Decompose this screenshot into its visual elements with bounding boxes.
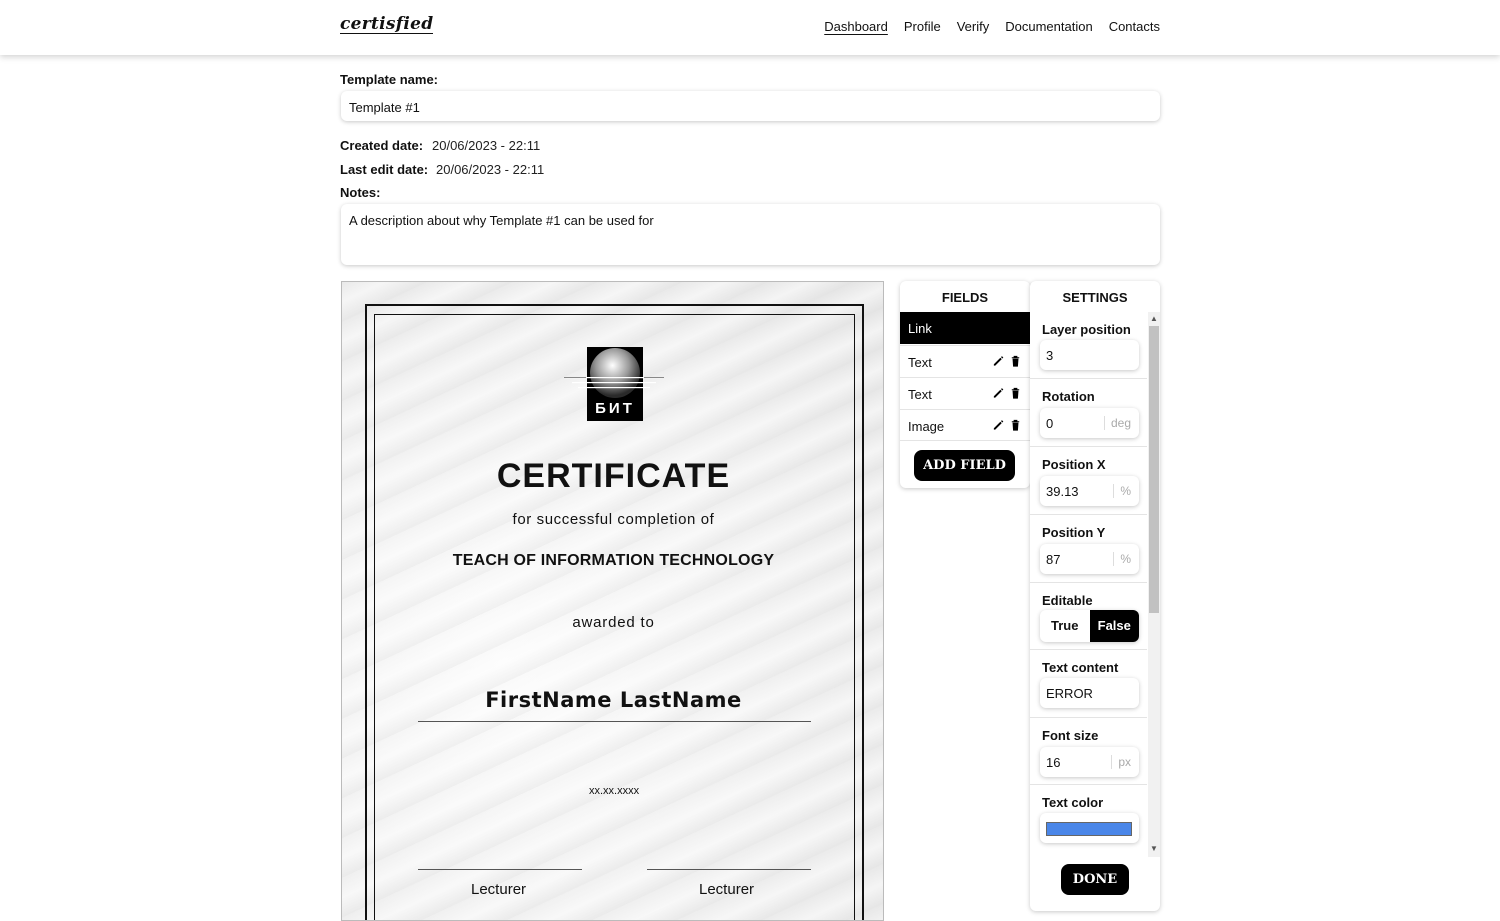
top-navbar: certisfied Dashboard Profile Verify Docu… xyxy=(0,0,1500,55)
setting-text-content: Text content ERROR xyxy=(1030,650,1147,718)
setting-text-color: Text color xyxy=(1030,785,1147,852)
bit-logo-text: БИТ xyxy=(595,400,635,417)
nav-link-dashboard[interactable]: Dashboard xyxy=(824,19,888,34)
field-item-label: Link xyxy=(908,321,932,336)
fields-panel: FIELDS Link Text Text Image ADD FIELD xyxy=(900,281,1030,488)
rotation-input[interactable]: 0 deg xyxy=(1040,408,1139,438)
settings-panel-title: SETTINGS xyxy=(1062,290,1128,305)
edit-pencil-icon[interactable] xyxy=(992,354,1005,368)
lecturer-label-right[interactable]: Lecturer xyxy=(699,881,754,898)
settings-scrollbar[interactable]: ▲ ▼ xyxy=(1148,312,1160,857)
input-value: 39.13 xyxy=(1046,484,1079,499)
signature-line-right xyxy=(647,869,811,870)
setting-label: Font size xyxy=(1042,728,1099,743)
input-unit: px xyxy=(1111,755,1131,769)
font-size-input[interactable]: 16 px xyxy=(1040,747,1139,777)
text-content-input[interactable]: ERROR xyxy=(1040,678,1139,708)
input-unit: % xyxy=(1113,484,1131,498)
setting-label: Rotation xyxy=(1042,389,1095,404)
scroll-up-arrow-icon[interactable]: ▲ xyxy=(1148,313,1160,325)
nav-links: Dashboard Profile Verify Documentation C… xyxy=(824,19,1160,34)
field-item-label: Image xyxy=(908,419,945,434)
input-unit: % xyxy=(1113,552,1131,566)
field-item-label: Text xyxy=(908,387,932,402)
delete-trash-icon[interactable] xyxy=(1009,386,1022,400)
app-logo[interactable]: certisfied xyxy=(340,15,434,34)
nav-link-verify[interactable]: Verify xyxy=(957,19,990,34)
delete-trash-icon[interactable] xyxy=(1009,418,1022,432)
setting-label: Position Y xyxy=(1042,525,1106,540)
delete-trash-icon[interactable] xyxy=(1009,354,1022,368)
setting-position-y: Position Y 87 % xyxy=(1030,515,1147,583)
position-y-input[interactable]: 87 % xyxy=(1040,544,1139,574)
field-item-text[interactable]: Text xyxy=(900,377,1030,409)
setting-editable: Editable True False xyxy=(1030,583,1147,650)
template-name-value: Template #1 xyxy=(349,100,420,115)
field-item-link[interactable]: Link xyxy=(900,312,1030,344)
nav-link-profile[interactable]: Profile xyxy=(904,19,941,34)
editable-true-option[interactable]: True xyxy=(1040,610,1090,642)
notes-value: A description about why Template #1 can … xyxy=(349,213,654,228)
last-edit-date-value: 20/06/2023 - 22:11 xyxy=(436,162,545,177)
done-button[interactable]: DONE xyxy=(1061,864,1129,895)
input-value: 87 xyxy=(1046,552,1061,567)
edit-pencil-icon[interactable] xyxy=(992,418,1005,432)
lecturer-label-left[interactable]: Lecturer xyxy=(471,881,526,898)
scroll-down-arrow-icon[interactable]: ▼ xyxy=(1148,843,1160,855)
notes-label: Notes: xyxy=(340,185,381,200)
created-date-value: 20/06/2023 - 22:11 xyxy=(432,138,541,153)
nav-link-documentation[interactable]: Documentation xyxy=(1005,19,1092,34)
text-color-picker[interactable] xyxy=(1040,813,1139,843)
input-unit: deg xyxy=(1103,416,1131,430)
input-value: ERROR xyxy=(1046,686,1093,701)
text-color-swatch[interactable] xyxy=(1046,822,1132,836)
created-date-label: Created date: xyxy=(340,138,424,153)
input-value: 0 xyxy=(1046,416,1054,431)
notes-textarea[interactable]: A description about why Template #1 can … xyxy=(341,204,1160,265)
certificate-awarded-to[interactable]: awarded to xyxy=(342,614,883,631)
template-name-label: Template name: xyxy=(340,72,439,87)
setting-label: Layer position xyxy=(1042,322,1131,337)
last-edit-date-label: Last edit date: xyxy=(340,162,429,177)
template-name-input[interactable]: Template #1 xyxy=(341,91,1160,121)
scrollbar-thumb[interactable] xyxy=(1149,326,1159,613)
certificate-course[interactable]: TEACH OF INFORMATION TECHNOLOGY xyxy=(342,552,883,570)
fields-panel-title: FIELDS xyxy=(941,290,989,305)
editable-toggle[interactable]: True False xyxy=(1040,610,1139,642)
input-value: 3 xyxy=(1046,348,1054,363)
settings-scroll-area[interactable]: Layer position 3 Rotation 0 deg Position… xyxy=(1030,312,1147,852)
certificate-subtitle[interactable]: for successful completion of xyxy=(342,511,883,528)
position-x-input[interactable]: 39.13 % xyxy=(1040,476,1139,506)
recipient-name-line xyxy=(418,721,811,722)
layer-position-input[interactable]: 3 xyxy=(1040,340,1139,370)
setting-label: Text content xyxy=(1042,660,1119,675)
setting-label: Position X xyxy=(1042,457,1106,472)
field-item-image[interactable]: Image xyxy=(900,409,1030,441)
certificate-canvas[interactable]: БИТ CERTIFICATE for successful completio… xyxy=(341,281,884,921)
certificate-title[interactable]: CERTIFICATE xyxy=(342,457,883,496)
setting-layer-position: Layer position 3 xyxy=(1030,312,1147,379)
setting-font-size: Font size 16 px xyxy=(1030,718,1147,785)
certificate-date[interactable]: xx.xx.xxxx xyxy=(589,785,639,797)
certificate-recipient-name[interactable]: FirstName LastName xyxy=(342,688,883,712)
setting-position-x: Position X 39.13 % xyxy=(1030,447,1147,515)
add-field-button[interactable]: ADD FIELD xyxy=(914,450,1015,481)
setting-label: Text color xyxy=(1042,795,1104,810)
input-value: 16 xyxy=(1046,755,1061,770)
edit-pencil-icon[interactable] xyxy=(992,386,1005,400)
field-item-label: Text xyxy=(908,355,932,370)
signature-line-left xyxy=(418,869,582,870)
field-item-text[interactable]: Text xyxy=(900,345,1030,377)
editable-false-option[interactable]: False xyxy=(1089,610,1139,642)
nav-link-contacts[interactable]: Contacts xyxy=(1109,19,1160,34)
setting-label: Editable xyxy=(1042,593,1093,608)
setting-rotation: Rotation 0 deg xyxy=(1030,379,1147,447)
